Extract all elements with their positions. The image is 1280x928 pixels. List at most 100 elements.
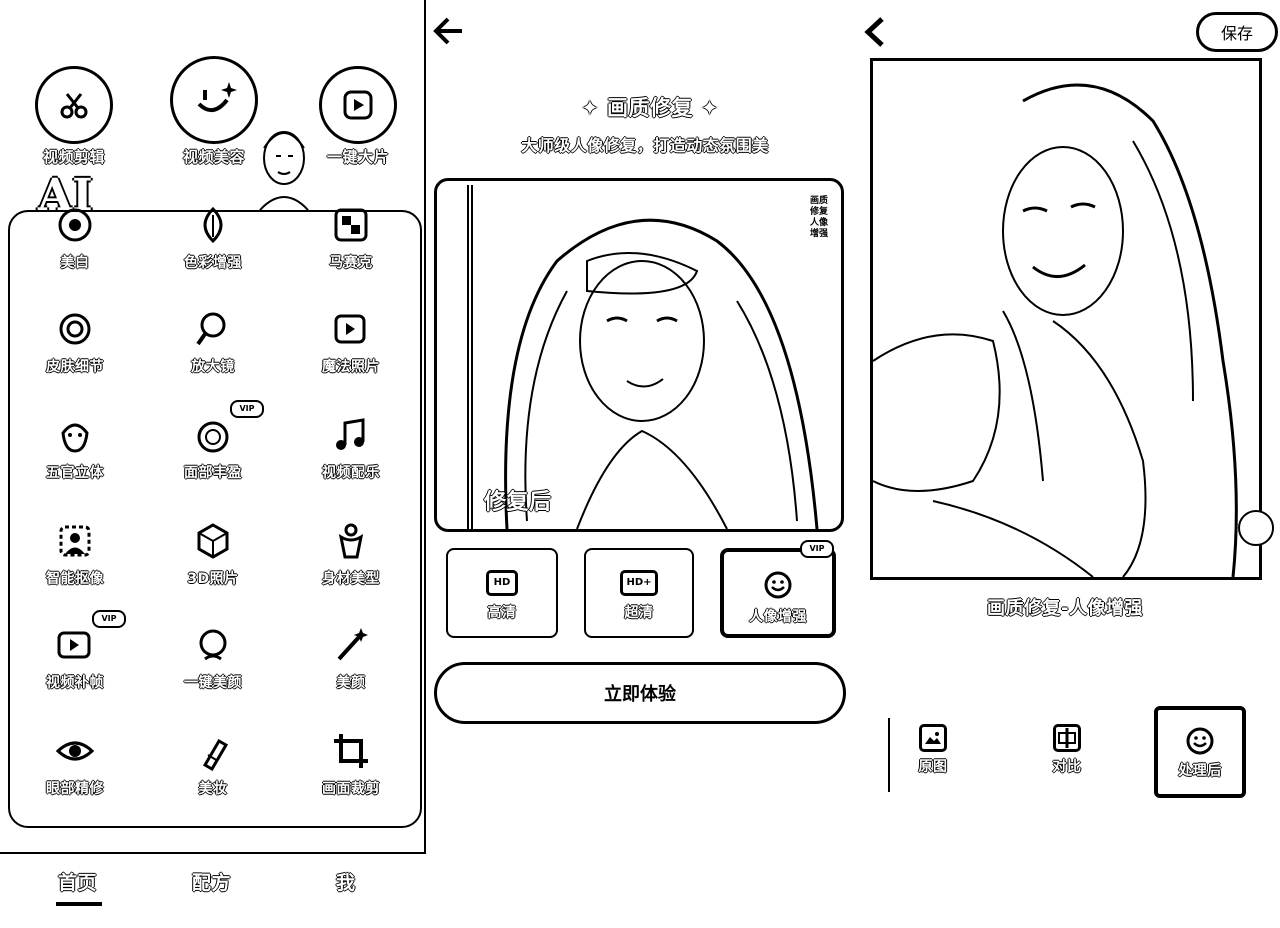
wand-icon [328, 622, 374, 668]
tool-magic-photo[interactable]: 魔法照片 [296, 306, 406, 376]
tool-leaf[interactable]: 色彩增强 [158, 202, 268, 272]
face-fill-icon [190, 412, 236, 458]
split-compare-icon [1053, 724, 1081, 752]
cutout-icon [52, 518, 98, 564]
tool-body-shape[interactable]: 身材美型 [296, 518, 406, 588]
tool-lipstick[interactable]: 美妆 [158, 728, 268, 798]
tool-label: 一键美颜 [184, 675, 242, 691]
compare-handle-icon[interactable] [1238, 510, 1274, 546]
view-processed[interactable]: 处理后 [1154, 706, 1246, 798]
nav-recipes-label: 配方 [192, 872, 232, 894]
vip-tag: VIP [230, 400, 264, 418]
leaf-icon [190, 202, 236, 248]
top-tool-label: 视频剪辑 [42, 148, 105, 166]
lipstick-icon [190, 728, 236, 774]
restore-preview-image[interactable] [434, 178, 844, 532]
crop-icon [328, 728, 374, 774]
top-tool-video-edit[interactable]: 视频剪辑 [22, 66, 126, 167]
tool-label: 五官立体 [46, 465, 104, 481]
save-button[interactable]: 保存 [1196, 12, 1278, 52]
tool-label: 画面裁剪 [322, 781, 380, 797]
tool-magnifier[interactable]: 放大镜 [158, 306, 268, 376]
hd-icon: HD [486, 570, 518, 596]
tool-label: 面部丰盈 [184, 465, 242, 481]
tool-label: 3D照片 [187, 571, 239, 587]
tool-eye[interactable]: 眼部精修 [20, 728, 130, 798]
tool-cutout[interactable]: 智能抠像 [20, 518, 130, 588]
hd-plus-icon: HD+ [620, 570, 658, 596]
view-label: 对比 [1052, 759, 1082, 775]
restore-title: ✦ 画质修复 ✦ [581, 96, 719, 120]
divider [888, 718, 890, 792]
top-tool-label: 视频美容 [182, 148, 245, 166]
magic-photo-icon [328, 306, 374, 352]
tool-mosaic[interactable]: 马赛克 [296, 202, 406, 272]
result-image [870, 58, 1262, 580]
tool-crop[interactable]: 画面裁剪 [296, 728, 406, 798]
tool-label: 美颜 [336, 675, 366, 691]
tool-whitening[interactable]: 美白 [20, 202, 130, 272]
scissors-icon [35, 66, 113, 144]
tool-label: 身材美型 [322, 571, 380, 587]
nav-active-indicator [56, 902, 102, 906]
vip-tag: VIP [92, 610, 126, 628]
nav-home[interactable]: 首页 [58, 868, 97, 895]
restore-subtitle: 大师级人像修复，打造动态氛围美 [521, 136, 769, 155]
eye-icon [52, 728, 98, 774]
nav-me[interactable]: 我 [336, 868, 356, 895]
option-label: 高清 [487, 605, 517, 621]
tool-label: 马赛克 [329, 255, 373, 271]
tool-skin-detail[interactable]: 皮肤细节 [20, 306, 130, 376]
music-note-icon [328, 412, 374, 458]
tool-label: 视频补帧 [46, 675, 104, 691]
tool-face-fill[interactable]: 面部丰盈 VIP [158, 400, 268, 482]
view-compare[interactable]: 对比 [1032, 724, 1102, 776]
view-original[interactable]: 原图 [898, 724, 968, 776]
option-label: 人像增强 [749, 609, 807, 625]
tool-cube[interactable]: 3D照片 [158, 518, 268, 588]
whitening-icon [52, 202, 98, 248]
face-contour-icon [52, 412, 98, 458]
smile-icon [1185, 726, 1215, 756]
magnifier-icon [190, 306, 236, 352]
sparkle-face-icon [170, 56, 258, 144]
tool-label: 视频配乐 [322, 465, 380, 481]
tool-video-frame[interactable]: 视频补帧 VIP [20, 610, 130, 692]
tool-wand[interactable]: 美颜 [296, 622, 406, 692]
tool-label: 美白 [60, 255, 90, 271]
nav-me-label: 我 [336, 872, 356, 894]
smile-icon [763, 570, 793, 600]
skin-detail-icon [52, 306, 98, 352]
home-panel: 视频剪辑 视频美容 一键大片 AI 美白 色彩增强 马赛克 皮肤细节 放大镜 魔法照片 五官… [0, 0, 428, 928]
top-tool-video-beauty[interactable]: 视频美容 [162, 56, 266, 167]
option-label: 超清 [624, 605, 654, 621]
tool-label: 皮肤细节 [46, 359, 104, 375]
tool-label: 眼部精修 [46, 781, 104, 797]
tool-face-contour[interactable]: 五官立体 [20, 412, 130, 482]
option-uhd[interactable]: HD+ 超清 [584, 548, 694, 638]
tool-label: 放大镜 [191, 359, 235, 375]
after-restore-label: 修复后 [484, 490, 552, 515]
video-frame-icon [52, 622, 98, 668]
tool-label: 美妆 [198, 781, 228, 797]
cube-icon [190, 518, 236, 564]
top-tool-one-click-film[interactable]: 一键大片 [306, 66, 410, 167]
tool-music-note[interactable]: 视频配乐 [296, 412, 406, 482]
chevron-left-icon[interactable] [862, 16, 888, 48]
nav-recipes[interactable]: 配方 [192, 868, 231, 895]
tool-beauty-face[interactable]: 一键美颜 [158, 622, 268, 692]
view-label: 原图 [918, 759, 948, 775]
option-portrait-enhance[interactable]: VIP 人像增强 [720, 540, 836, 638]
body-shape-icon [328, 518, 374, 564]
option-hd[interactable]: HD 高清 [446, 548, 558, 638]
tool-label: 智能抠像 [46, 571, 104, 587]
result-caption: 画质修复-人像增强 [987, 598, 1143, 619]
beauty-face-icon [190, 622, 236, 668]
view-label: 处理后 [1178, 763, 1222, 779]
compare-slider-line[interactable] [467, 185, 473, 529]
try-now-button[interactable]: 立即体验 [434, 662, 846, 724]
vip-tag: VIP [800, 540, 834, 558]
back-arrow-icon[interactable] [432, 16, 464, 46]
mosaic-icon [328, 202, 374, 248]
play-icon [319, 66, 397, 144]
